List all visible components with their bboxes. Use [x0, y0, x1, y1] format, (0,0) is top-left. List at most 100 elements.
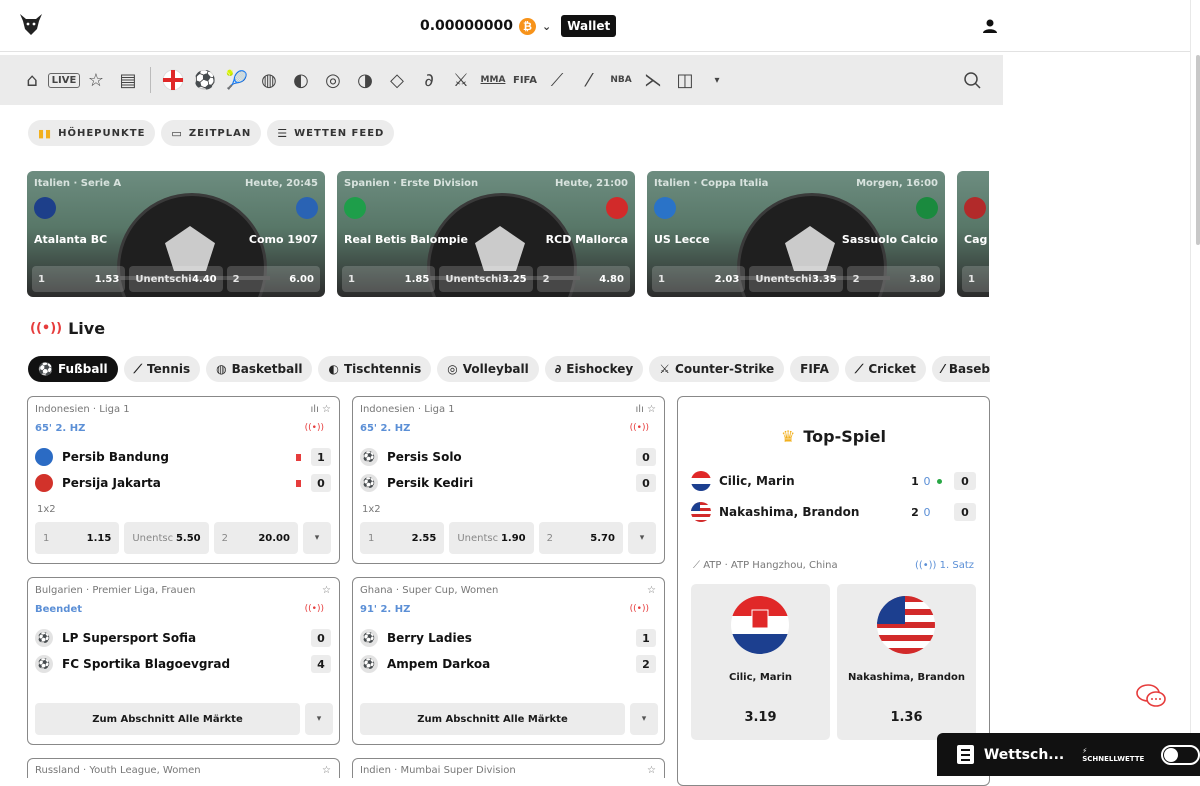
more-markets-button[interactable]: ▾	[627, 522, 656, 554]
highlight-time: Heute, 21:00	[555, 178, 628, 189]
odd-home[interactable]: 1 2.55	[360, 522, 445, 554]
betslip-bar[interactable]: Wettsch... ⚡ SCHNELLWETTE	[937, 733, 1200, 776]
player-games: 2	[911, 505, 919, 519]
odd-draw[interactable]: Unentsc 5.50	[124, 522, 209, 554]
sport-tab-football[interactable]: ⚽ Fußball	[28, 356, 118, 382]
counter-strike-icon[interactable]: ⚔	[445, 64, 477, 96]
nba2k-icon[interactable]: NBA	[605, 64, 637, 96]
mma-label: MMA	[480, 75, 506, 85]
sport-tab-volleyball[interactable]: ◎ Volleyball	[437, 356, 539, 382]
star-icon[interactable]: ılı ☆	[636, 404, 656, 415]
mma-icon[interactable]: MMA	[477, 64, 509, 96]
odd-value: 4.40	[191, 273, 217, 285]
bull-logo-icon[interactable]	[18, 11, 44, 37]
odd-home[interactable]: 1 1.53	[32, 266, 126, 292]
odd-label: Unentschi	[445, 273, 502, 285]
match-card[interactable]: Russland · Youth League, Women ☆	[27, 758, 340, 778]
odd-player2[interactable]: Nakashima, Brandon 1.36	[837, 584, 976, 740]
odd-value: 20.00	[258, 532, 290, 544]
table-tennis-icon: ◐	[328, 362, 339, 376]
chevron-down-icon[interactable]: ⌄	[542, 20, 551, 33]
fifa-icon[interactable]: FIFA	[509, 64, 541, 96]
odd-away[interactable]: 2 5.70	[538, 522, 623, 554]
match-league: Ghana · Super Cup, Women	[360, 585, 499, 596]
england-flag-icon[interactable]	[157, 64, 189, 96]
baseball-bat-icon[interactable]: ⁄	[573, 64, 605, 96]
handball-icon[interactable]: ◇	[381, 64, 413, 96]
star-icon[interactable]: ☆	[647, 765, 656, 776]
more-icon[interactable]: ▾	[701, 64, 733, 96]
odd-away[interactable]: 2 20.00	[213, 522, 298, 554]
tennis-icon: ⟋	[133, 361, 143, 376]
more-markets-button[interactable]: ▾	[630, 703, 658, 735]
basketball-icon[interactable]: ◍	[253, 64, 285, 96]
highlight-card[interactable]: Italien · Serie A Heute, 20:45 Atalanta B…	[27, 171, 325, 297]
baseball-icon[interactable]: ∂	[413, 64, 445, 96]
volleyball-icon[interactable]: ◎	[317, 64, 349, 96]
star-icon[interactable]: ☆	[322, 585, 331, 596]
betslip-icon[interactable]: ▤	[112, 64, 144, 96]
odd-draw[interactable]: Unentsc 1.90	[449, 522, 534, 554]
sport-tab-fifa[interactable]: FIFA	[790, 356, 839, 382]
live-icon[interactable]: LIVE	[47, 64, 81, 96]
all-markets-button[interactable]: Zum Abschnitt Alle Märkte	[35, 703, 300, 735]
odd-away[interactable]: 2 4.80	[536, 266, 630, 292]
user-icon[interactable]	[982, 18, 998, 34]
odd-away[interactable]: 2 6.00	[226, 266, 320, 292]
table-tennis-icon[interactable]: ◐	[285, 64, 317, 96]
more-markets-button[interactable]: ▾	[302, 522, 331, 554]
highlight-home-team: Atalanta BC	[34, 233, 108, 246]
fast-bet-toggle[interactable]	[1160, 744, 1200, 765]
odd-player1[interactable]: Cilic, Marin 3.19	[691, 584, 830, 740]
search-icon[interactable]	[957, 65, 987, 95]
odd-label: 2	[546, 532, 554, 544]
odd-home[interactable]: 1 2.03	[652, 266, 746, 292]
odd-label: Unentschi	[135, 273, 192, 285]
star-icon[interactable]: ılı ☆	[311, 404, 331, 415]
highlight-card[interactable]: Cag 1	[957, 171, 989, 297]
balance-widget[interactable]: 0.00000000 ₿ ⌄ Wallet	[420, 15, 617, 37]
scrollbar-thumb[interactable]	[1196, 55, 1200, 245]
tab-schedule[interactable]: ▭ ZEITPLAN	[161, 120, 262, 146]
tennis-icon[interactable]: 🎾	[221, 64, 253, 96]
sport-tab-counter-strike[interactable]: ⚔ Counter-Strike	[649, 356, 785, 382]
match-card[interactable]: Indonesien · Liga 1 ılı ☆ 65' 2. HZ ((•))…	[27, 396, 340, 564]
odd-draw[interactable]: Unentschi 4.40	[129, 266, 223, 292]
sport-tab-baseball[interactable]: ⁄ Baseball	[931, 356, 990, 382]
star-icon[interactable]: ☆	[647, 585, 656, 596]
american-football-icon[interactable]: ◫	[669, 64, 701, 96]
odd-home[interactable]: 1 1.15	[35, 522, 120, 554]
star-icon[interactable]: ☆	[80, 64, 112, 96]
match-card[interactable]: Indonesien · Liga 1 ılı ☆ 65' 2. HZ ((•))…	[352, 396, 665, 564]
wallet-button[interactable]: Wallet	[561, 15, 617, 37]
highlight-league: Italien · Serie A	[34, 178, 122, 189]
highlight-card[interactable]: Italien · Coppa Italia Morgen, 16:00 US L…	[647, 171, 945, 297]
star-icon[interactable]: ☆	[322, 765, 331, 776]
odd-draw[interactable]: Unentschi 3.25	[439, 266, 533, 292]
sport-tab-ice-hockey[interactable]: ∂ Eishockey	[544, 356, 644, 382]
sport-tab-basketball[interactable]: ◍ Basketball	[206, 356, 313, 382]
all-markets-button[interactable]: Zum Abschnitt Alle Märkte	[360, 703, 625, 735]
match-card[interactable]: Indien · Mumbai Super Division ☆	[352, 758, 665, 778]
more-markets-button[interactable]: ▾	[305, 703, 333, 735]
darts-icon[interactable]: ⋋	[637, 64, 669, 96]
sport-tab-cricket[interactable]: ⟋ Cricket	[844, 356, 926, 382]
player-row: Nakashima, Brandon 2 0 0	[691, 501, 976, 523]
ice-hockey-icon[interactable]: ◑	[349, 64, 381, 96]
odd-away[interactable]: 2 3.80	[846, 266, 940, 292]
soccer-icon[interactable]: ⚽	[189, 64, 221, 96]
match-card[interactable]: Ghana · Super Cup, Women ☆ 91' 2. HZ ((•)…	[352, 577, 665, 745]
odd-draw[interactable]: Unentschi 3.35	[749, 266, 843, 292]
odd-home[interactable]: 1	[962, 266, 989, 292]
tab-highlights[interactable]: ▮▮ HÖHEPUNKTE	[28, 120, 156, 146]
highlight-card[interactable]: Spanien · Erste Division Heute, 21:00 Rea…	[337, 171, 635, 297]
home-icon[interactable]: ⌂	[16, 64, 48, 96]
odd-home[interactable]: 1 1.85	[342, 266, 436, 292]
sport-tab-table-tennis[interactable]: ◐ Tischtennis	[318, 356, 432, 382]
tab-bet-feed[interactable]: ☰ WETTEN FEED	[267, 120, 395, 146]
top-game-card[interactable]: ♛ Top-Spiel Cilic, Marin 1 0 0 Nakashima,…	[677, 396, 990, 786]
cricket-icon[interactable]: ⟋	[541, 64, 573, 96]
sport-tab-tennis[interactable]: ⟋ Tennis	[123, 356, 201, 382]
match-card[interactable]: Bulgarien · Premier Liga, Frauen ☆ Beende…	[27, 577, 340, 745]
chat-icon[interactable]	[1135, 682, 1167, 710]
